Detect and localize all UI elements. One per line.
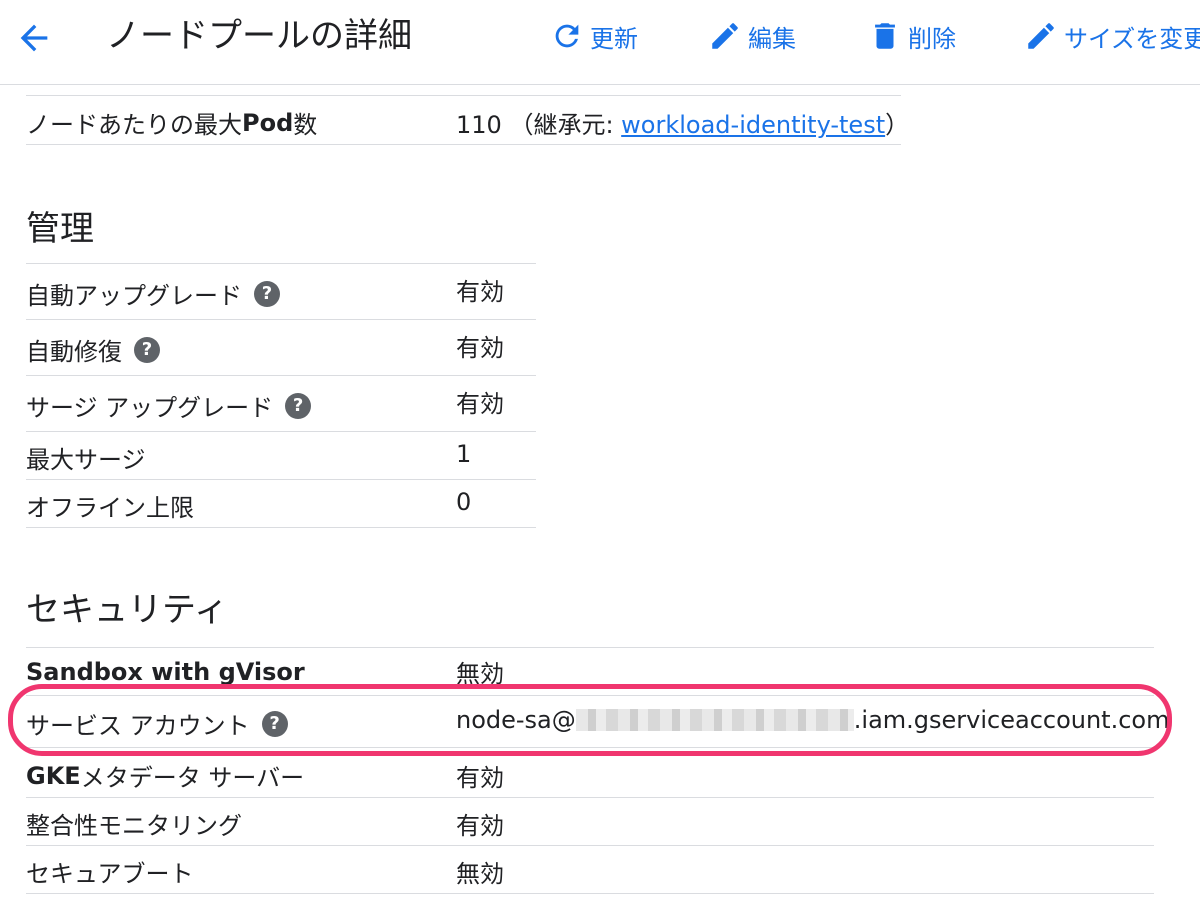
resize-label: サイズを変更 — [1064, 24, 1200, 53]
security-heading: セキュリティ — [26, 590, 228, 630]
help-icon[interactable]: ? — [285, 392, 312, 419]
sandbox-label: Sandbox with gVisor — [26, 658, 305, 686]
max-unavailable-label: オフライン上限 — [26, 494, 194, 522]
surge-upgrade-label: サージ アップグレード — [26, 394, 274, 422]
app-bar: ノードプールの詳細 更新 編集 削除 サイズを変更 — [0, 0, 1200, 85]
auto-upgrade-row: 自動アップグレード ? 有効 — [26, 263, 536, 320]
resize-button[interactable]: サイズを変更 — [1024, 14, 1200, 58]
max-pods-row: ノードあたりの最大 Pod 数 110 （継承元: workload-ident… — [26, 95, 909, 145]
auto-upgrade-value: 有効 — [456, 278, 504, 306]
delete-label: 削除 — [908, 24, 956, 53]
surge-upgrade-value: 有効 — [456, 390, 504, 418]
auto-repair-value: 有効 — [456, 334, 504, 362]
metadata-server-label: GKE メタデータ サーバー — [26, 761, 305, 793]
highlight-annotation — [8, 684, 1172, 756]
management-heading: 管理 — [26, 209, 94, 249]
auto-repair-row: 自動修復 ? 有効 — [26, 320, 536, 376]
auto-upgrade-label: 自動アップグレード — [26, 282, 242, 310]
delete-button[interactable]: 削除 — [868, 14, 956, 58]
back-arrow-icon[interactable] — [14, 18, 54, 58]
refresh-icon — [555, 24, 579, 48]
page-title: ノードプールの詳細 — [106, 16, 412, 56]
workload-identity-test-link[interactable]: workload-identity-test — [621, 111, 885, 139]
max-surge-row: 最大サージ 1 — [26, 432, 536, 480]
max-surge-label: 最大サージ — [26, 446, 146, 474]
metadata-server-value: 有効 — [456, 764, 504, 792]
surge-upgrade-row: サージ アップグレード ? 有効 — [26, 376, 536, 432]
help-icon[interactable]: ? — [254, 280, 280, 307]
refresh-label: 更新 — [590, 24, 638, 53]
edit-button[interactable]: 編集 — [708, 14, 796, 58]
help-icon[interactable]: ? — [134, 336, 160, 363]
max-pods-value: 110 （継承元: workload-identity-test） — [456, 111, 910, 139]
details-content: ノードあたりの最大 Pod 数 110 （継承元: workload-ident… — [0, 85, 1200, 913]
secure-boot-label: セキュアブート — [26, 860, 194, 888]
integrity-monitoring-label: 整合性モニタリング — [26, 812, 242, 840]
edit-label: 編集 — [748, 24, 796, 53]
max-unavailable-row: オフライン上限 0 — [26, 480, 536, 528]
max-surge-value: 1 — [456, 440, 472, 468]
max-unavailable-value: 0 — [456, 488, 472, 516]
max-pods-label: ノードあたりの最大 Pod 数 — [26, 108, 318, 140]
trash-icon — [875, 23, 895, 49]
auto-repair-label: 自動修復 — [26, 338, 122, 366]
pencil-icon — [712, 23, 738, 49]
refresh-button[interactable]: 更新 — [550, 14, 638, 58]
integrity-monitoring-row: 整合性モニタリング 有効 — [26, 798, 1154, 846]
secure-boot-value: 無効 — [456, 860, 504, 888]
secure-boot-row: セキュアブート 無効 — [26, 846, 1154, 894]
integrity-monitoring-value: 有効 — [456, 812, 504, 840]
pencil-icon — [1028, 23, 1054, 49]
